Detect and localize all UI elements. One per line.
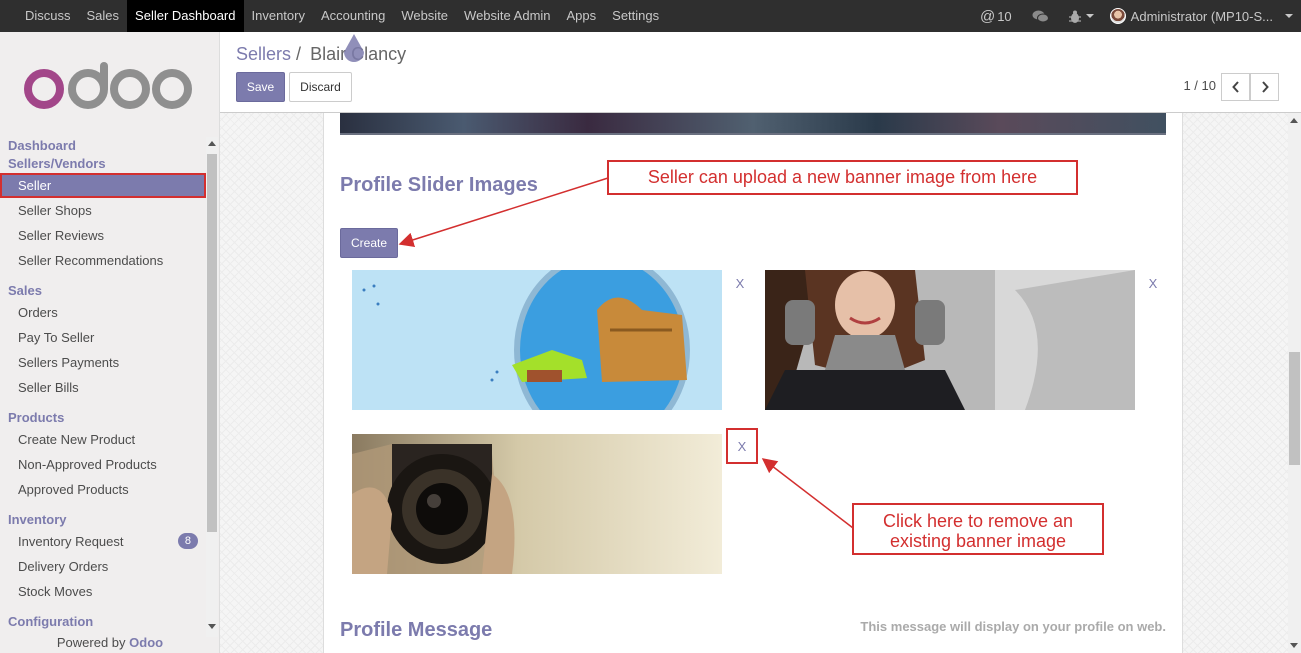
- callout-upload: Seller can upload a new banner image fro…: [607, 160, 1078, 195]
- callout-remove: Click here to remove an existing banner …: [852, 503, 1104, 555]
- annotation-arrows: [398, 177, 854, 529]
